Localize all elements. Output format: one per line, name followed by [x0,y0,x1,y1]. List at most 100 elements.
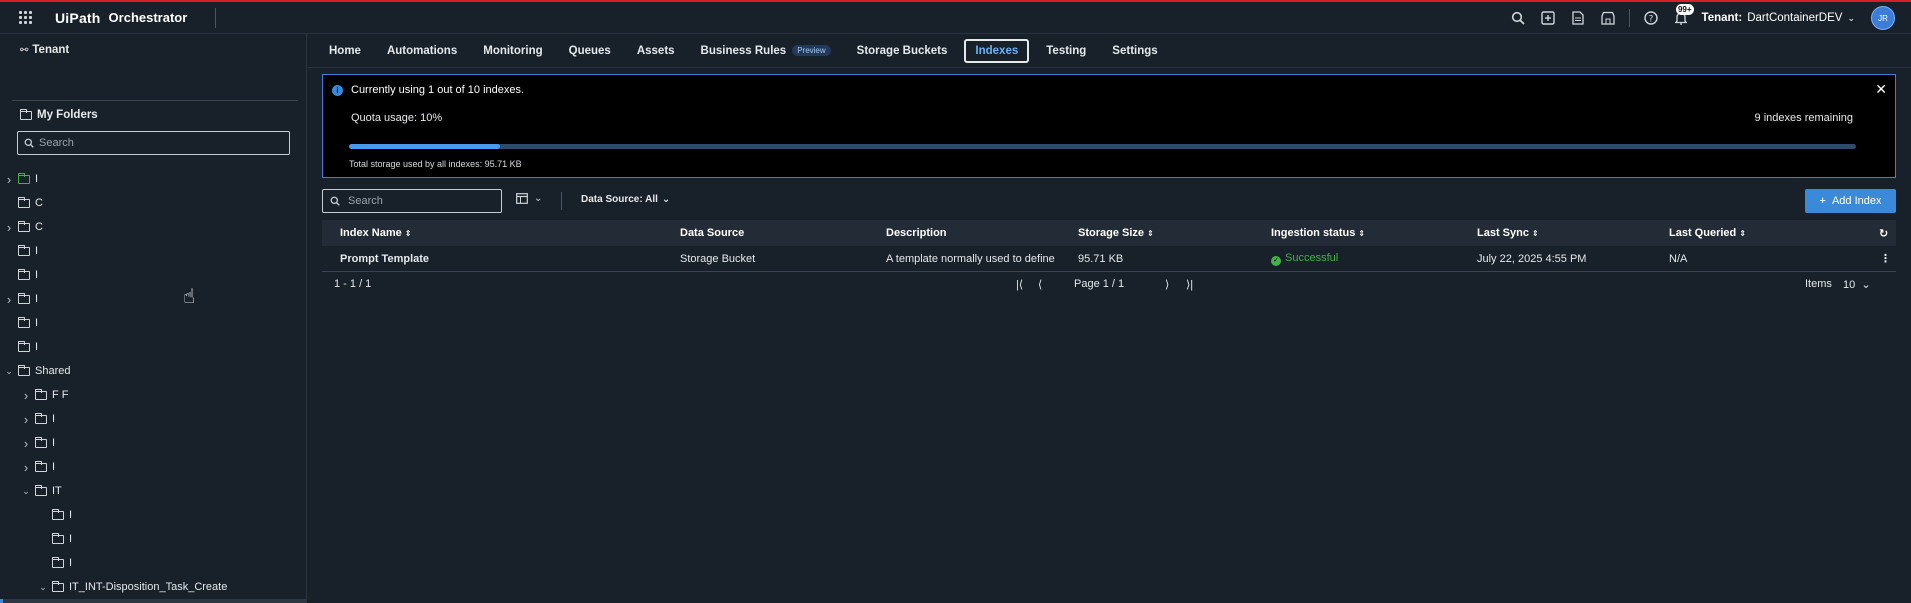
sidebar-folder-item[interactable]: ⌄ IT [0,479,306,503]
folder-icon [35,484,47,496]
tab-indexes[interactable]: Indexes [964,38,1030,63]
column-header-last-sync[interactable]: Last Sync ⇕ [1477,227,1539,239]
cell-description: A template normally used to define [886,252,1055,265]
table-row[interactable]: Prompt Template Storage Bucket A templat… [322,246,1896,272]
tab-home[interactable]: Home [320,39,370,63]
sidebar-item-label: C [35,221,43,233]
add-square-icon[interactable] [1533,2,1563,34]
tenant-selector[interactable]: Tenant: DartContainerDEV ⌄ [1702,12,1855,24]
cell-index-name[interactable]: Prompt Template [340,253,429,265]
row-actions-kebab-icon[interactable]: ⋮ [1880,252,1891,265]
previous-page-icon[interactable]: ⟨ [1038,278,1042,291]
column-header-ingestion-status[interactable]: Ingestion status ⇕ [1271,227,1365,239]
notifications-bell-icon[interactable]: 99+ [1666,2,1696,34]
check-circle-icon: ✓ [1271,255,1281,266]
close-icon[interactable]: ✕ [1875,81,1887,98]
store-icon[interactable] [1593,2,1623,34]
tab-assets[interactable]: Assets [628,39,684,63]
chevron-right-icon[interactable]: › [21,436,31,451]
column-header-last-queried[interactable]: Last Queried ⇕ [1669,227,1746,239]
sidebar-item-label: I [35,173,39,185]
tab-automations[interactable]: Automations [378,39,466,63]
sidebar-item-label: I [69,557,73,569]
tab-monitoring[interactable]: Monitoring [474,39,551,63]
tab-storage-buckets[interactable]: Storage Buckets [848,39,957,63]
tab-settings[interactable]: Settings [1103,39,1166,63]
items-per-page-select[interactable]: 10 ⌄ [1843,278,1871,291]
cell-ingestion-status: ✓ Successful [1271,252,1338,266]
refresh-icon[interactable]: ↻ [1879,227,1888,240]
folder-icon [18,340,30,352]
chevron-down-icon[interactable]: ⌄ [21,486,31,497]
column-header-storage-size[interactable]: Storage Size ⇕ [1078,227,1154,239]
folder-icon [52,580,64,592]
plus-icon: + [1819,195,1826,207]
chevron-right-icon[interactable]: › [21,388,31,403]
sidebar-item-label: I [35,245,39,257]
add-index-button[interactable]: + Add Index [1805,189,1896,213]
sidebar-folder-item[interactable]: › I [0,167,306,191]
svg-text:?: ? [1648,14,1653,24]
folder-icon [52,556,64,568]
chevron-right-icon[interactable]: › [21,412,31,427]
next-page-icon[interactable]: ⟩ [1165,278,1169,291]
chevron-right-icon[interactable]: › [4,292,14,307]
sidebar-item-my-folders[interactable]: My Folders [0,103,306,127]
search-icon[interactable] [1503,2,1533,34]
sidebar-folder-item[interactable]: I [0,335,306,359]
search-placeholder: Search [348,195,383,207]
sidebar-item-label: F F [52,389,69,401]
search-icon [24,138,34,148]
sidebar-item-label: I [69,533,73,545]
column-header-index-name[interactable]: Index Name ⇕ [340,227,412,239]
chevron-right-icon[interactable]: › [4,172,14,187]
tab-testing[interactable]: Testing [1037,39,1095,63]
pager-range: 1 - 1 / 1 [334,278,372,290]
sidebar-folder-item[interactable]: ⌄ IT_INT-Disposition_Task_Create [0,575,306,599]
app-launcher-icon[interactable] [19,10,33,25]
sidebar-folder-item[interactable]: I [0,311,306,335]
data-source-filter[interactable]: Data Source: All ⌄ [581,194,670,205]
tab-business-rules[interactable]: Business Rules Preview [692,39,840,63]
sidebar-item-label: Shared [35,365,71,377]
document-icon[interactable] [1563,2,1593,34]
user-avatar[interactable]: JR [1871,6,1895,30]
tab-label: Storage Buckets [856,44,948,57]
chevron-right-icon[interactable]: › [4,220,14,235]
sidebar-search-input[interactable]: Search [17,131,290,155]
sidebar-folder-item[interactable]: I [0,263,306,287]
divider [12,100,298,101]
uipath-logo[interactable]: UiPath [55,10,101,26]
chevron-down-icon[interactable]: ⌄ [4,366,14,377]
chevron-down-icon: ⌄ [1847,12,1855,23]
sidebar-folder-item[interactable]: DispoProcessAgent [0,599,306,603]
cell-last-queried: N/A [1669,252,1688,265]
sidebar-folder-item[interactable]: › F F [0,383,306,407]
column-picker-button[interactable]: ⌄ [516,193,542,204]
sidebar-folder-item[interactable]: › I [0,455,306,479]
tenant-name: DartContainerDEV [1747,12,1843,24]
last-page-icon[interactable]: ⟩| [1186,278,1193,291]
sidebar-folder-item[interactable]: › C [0,215,306,239]
sidebar-folder-item[interactable]: I [0,551,306,575]
chevron-right-icon[interactable]: › [21,460,31,475]
sidebar-item-label: My Folders [37,109,98,121]
divider [1628,9,1630,27]
quota-progress-fill [349,144,500,149]
chevron-down-icon[interactable]: ⌄ [38,582,48,593]
tab-queues[interactable]: Queues [560,39,620,63]
help-icon[interactable]: ? [1636,2,1666,34]
sidebar-folder-item[interactable]: I [0,527,306,551]
first-page-icon[interactable]: |⟨ [1016,278,1023,291]
sidebar-folder-item[interactable]: › I [0,287,306,311]
sidebar-folder-item[interactable]: ⌄ Shared [0,359,306,383]
sidebar-item-label: I [35,269,39,281]
index-search-input[interactable]: Search [322,189,502,213]
sidebar-item-tenant[interactable]: ⚯ Tenant [0,38,306,62]
sidebar-folder-item[interactable]: › I [0,431,306,455]
sidebar-folder-item[interactable]: I [0,503,306,527]
sidebar-folder-item[interactable]: C [0,191,306,215]
sidebar-folder-item[interactable]: › I [0,407,306,431]
sidebar-folder-item[interactable]: I [0,239,306,263]
folder-icon [18,364,30,376]
